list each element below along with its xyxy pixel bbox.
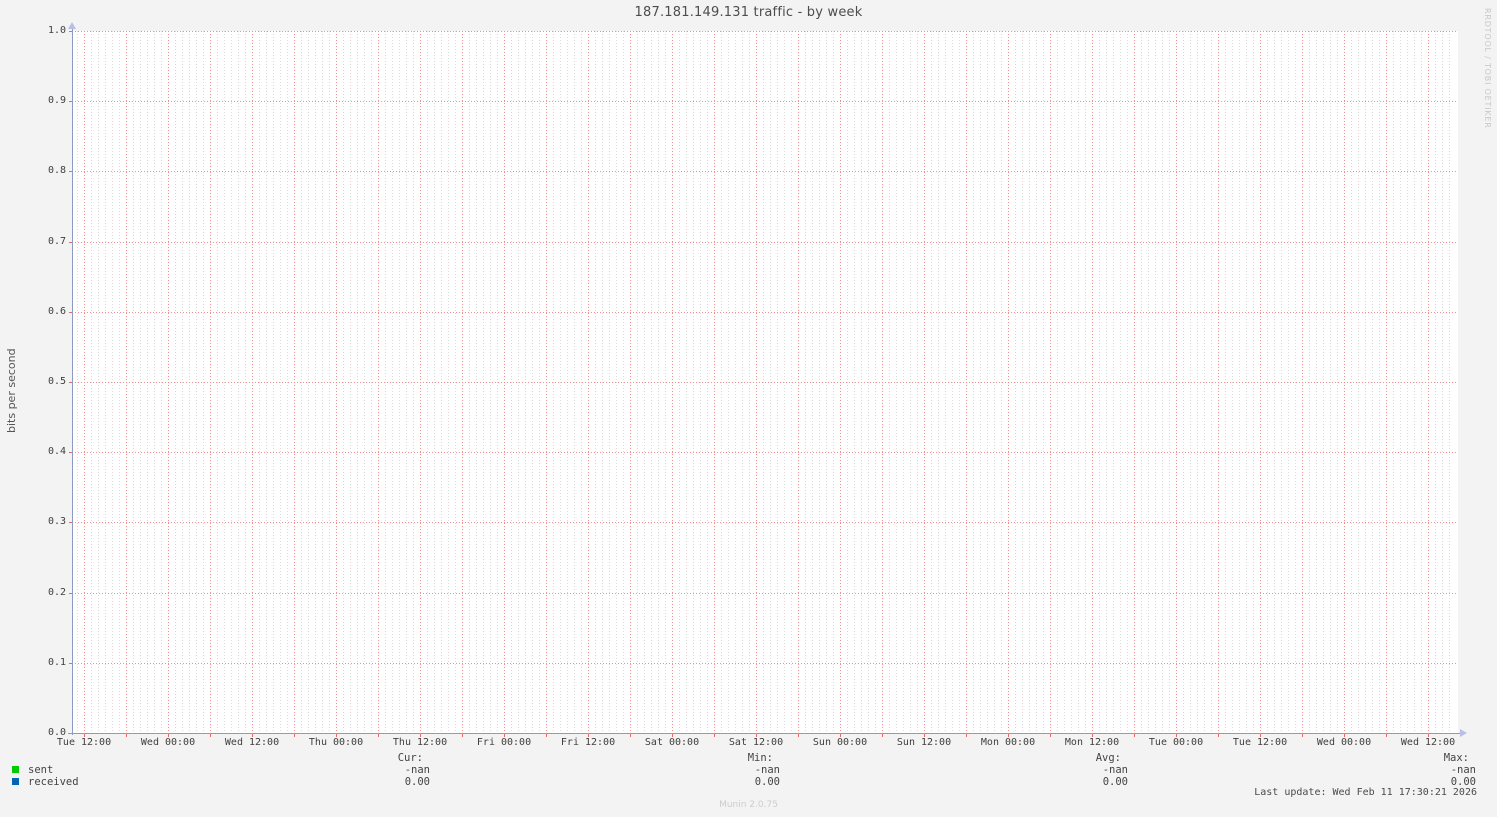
stat-column-header: Avg: (1095, 752, 1121, 764)
y-axis-line (72, 29, 73, 735)
stat-value: 0.00 (1102, 776, 1128, 788)
munin-version-text: Munin 2.0.75 (719, 800, 778, 810)
grid-major-y (72, 452, 1458, 453)
x-tick-label: Thu 00:00 (308, 737, 364, 748)
y-tick-label: 1.0 (47, 25, 66, 36)
x-axis-tick (420, 734, 421, 737)
x-tick-label: Thu 12:00 (392, 737, 448, 748)
x-axis-tick (1344, 734, 1345, 737)
x-tick-label: Fri 00:00 (476, 737, 532, 748)
last-update-text: Last update: Wed Feb 11 17:30:21 2026 (1254, 787, 1477, 798)
x-axis-arrow-icon (1460, 729, 1467, 737)
y-tick-label: 0.3 (47, 516, 66, 527)
x-tick-label: Tue 12:00 (56, 737, 112, 748)
y-tick-label: 0.5 (47, 376, 66, 387)
x-axis-tick (168, 734, 169, 737)
y-tick-label: 0.6 (47, 306, 66, 317)
x-axis-tick (210, 734, 211, 737)
grid-major-y (72, 101, 1458, 102)
stat-value: -nan (1450, 764, 1476, 776)
stat-column-header: Min: (747, 752, 773, 764)
x-tick-label: Wed 00:00 (1316, 737, 1372, 748)
y-tick-label: 0.1 (47, 657, 66, 668)
grid-major-y (72, 31, 1458, 32)
x-axis-tick (1092, 734, 1093, 737)
x-tick-label: Wed 12:00 (224, 737, 280, 748)
y-tick-label: 0.2 (47, 587, 66, 598)
stat-value: 0.00 (754, 776, 780, 788)
grid-major-y (72, 593, 1458, 594)
grid-major-y (72, 171, 1458, 172)
grid-major-y (72, 312, 1458, 313)
x-axis-tick (798, 734, 799, 737)
x-axis-tick (1008, 734, 1009, 737)
x-axis-tick (588, 734, 589, 737)
rrdtool-watermark: RRDTOOL / TOBI OETIKER (1483, 8, 1492, 129)
y-axis-arrow-icon (68, 22, 76, 29)
x-axis-tick (1260, 734, 1261, 737)
x-axis-tick (1050, 734, 1051, 737)
x-axis-tick (294, 734, 295, 737)
munin-graph: 187.181.149.131 traffic - by week bits p… (0, 0, 1497, 817)
x-axis-tick (1176, 734, 1177, 737)
x-tick-label: Sun 12:00 (896, 737, 952, 748)
x-axis-tick (966, 734, 967, 737)
legend-swatch (12, 778, 19, 785)
y-tick-label: 0.4 (47, 446, 66, 457)
y-tick-label: 0.9 (47, 95, 66, 106)
x-tick-label: Wed 12:00 (1400, 737, 1456, 748)
grid-major-y (72, 242, 1458, 243)
x-tick-label: Mon 12:00 (1064, 737, 1120, 748)
x-axis-tick (840, 734, 841, 737)
stat-value: 0.00 (404, 776, 430, 788)
x-axis-tick (1428, 734, 1429, 737)
stat-value: -nan (754, 764, 780, 776)
x-tick-label: Sun 00:00 (812, 737, 868, 748)
x-axis-tick (378, 734, 379, 737)
y-axis-title: bits per second (5, 348, 18, 433)
x-axis-tick (1386, 734, 1387, 737)
x-axis-tick (336, 734, 337, 737)
legend-label: received (28, 776, 79, 788)
grid-major-y (72, 382, 1458, 383)
y-tick-label: 0.8 (47, 165, 66, 176)
x-tick-label: Sat 12:00 (728, 737, 784, 748)
legend-label: sent (28, 764, 54, 776)
x-axis-tick (126, 734, 127, 737)
x-axis-tick (630, 734, 631, 737)
stat-column-header: Cur: (397, 752, 423, 764)
stat-value: -nan (1102, 764, 1128, 776)
x-tick-label: Fri 12:00 (560, 737, 616, 748)
stat-value: -nan (404, 764, 430, 776)
x-axis-tick (546, 734, 547, 737)
x-axis-tick (672, 734, 673, 737)
x-axis-tick (756, 734, 757, 737)
x-axis-tick (1134, 734, 1135, 737)
x-tick-label: Mon 00:00 (980, 737, 1036, 748)
stat-column-header: Max: (1443, 752, 1469, 764)
x-axis-tick (882, 734, 883, 737)
plot-area (72, 31, 1458, 734)
x-axis-tick (504, 734, 505, 737)
x-axis-line (68, 733, 1460, 734)
x-tick-label: Sat 00:00 (644, 737, 700, 748)
x-axis-tick (462, 734, 463, 737)
x-axis-tick (252, 734, 253, 737)
x-tick-label: Tue 00:00 (1148, 737, 1204, 748)
x-axis-tick (714, 734, 715, 737)
stat-value: 0.00 (1450, 776, 1476, 788)
chart-title: 187.181.149.131 traffic - by week (634, 5, 863, 20)
x-axis-tick (1218, 734, 1219, 737)
grid-major-y (72, 522, 1458, 523)
x-axis-tick (1302, 734, 1303, 737)
x-axis-tick (84, 734, 85, 737)
legend-swatch (12, 766, 19, 773)
x-tick-label: Wed 00:00 (140, 737, 196, 748)
y-tick-label: 0.7 (47, 236, 66, 247)
grid-major-y (72, 663, 1458, 664)
x-tick-label: Tue 12:00 (1232, 737, 1288, 748)
x-axis-tick (924, 734, 925, 737)
